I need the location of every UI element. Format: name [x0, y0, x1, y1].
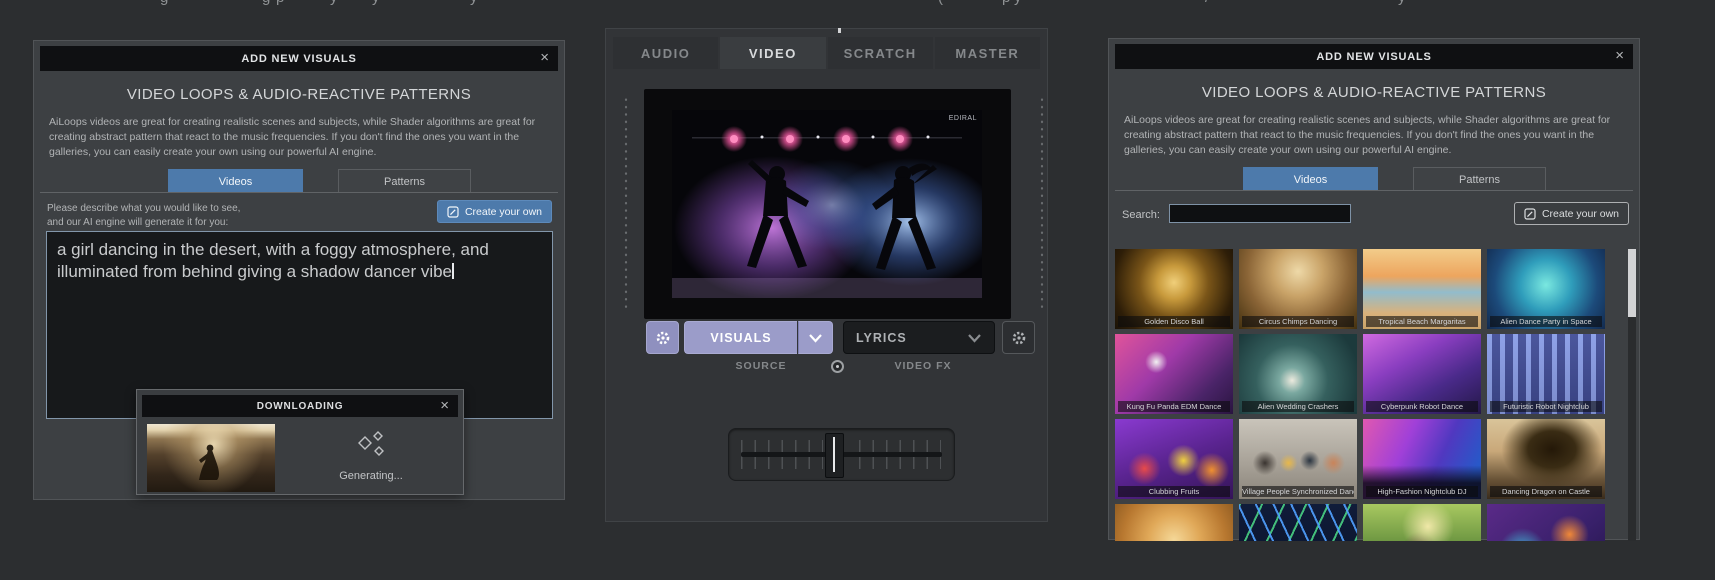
- gallery-item-label: Alien Dance Party in Space: [1490, 316, 1602, 327]
- gear-icon: [1011, 330, 1027, 346]
- add-new-visuals-dialog-left: ADD NEW VISUALS × VIDEO LOOPS & AUDIO-RE…: [33, 40, 565, 500]
- close-icon[interactable]: ×: [540, 47, 549, 69]
- gallery-item[interactable]: [1363, 504, 1481, 541]
- tab-patterns[interactable]: Patterns: [338, 169, 471, 193]
- video-preview: EDIRAL: [644, 89, 1011, 319]
- panel-top-tick: [838, 28, 841, 33]
- generating-status: Generating...: [287, 422, 455, 488]
- crossfader[interactable]: [728, 428, 955, 481]
- tab-video[interactable]: VIDEO: [720, 37, 825, 69]
- source-caption: SOURCE: [706, 360, 816, 372]
- video-watermark: EDIRAL: [949, 115, 977, 122]
- tab-patterns[interactable]: Patterns: [1413, 167, 1546, 191]
- tabs-divider: [1115, 190, 1633, 191]
- fx-chevron-down-icon: [967, 333, 982, 343]
- gallery-item[interactable]: Circus Chimps Dancing: [1239, 249, 1357, 329]
- create-your-own-button[interactable]: Create your own: [437, 200, 552, 223]
- gallery-item[interactable]: Kung Fu Panda EDM Dance: [1115, 334, 1233, 414]
- downloading-dialog: DOWNLOADING ×: [136, 389, 464, 495]
- fx-settings-button[interactable]: [1002, 321, 1035, 354]
- scrollbar-thumb[interactable]: [1628, 249, 1636, 317]
- gallery-item-label: Dancing Dragon on Castle: [1490, 486, 1602, 497]
- tab-scratch[interactable]: SCRATCH: [828, 37, 933, 69]
- gallery-thumbnail: [1487, 504, 1605, 541]
- gallery-item-label: Village People Synchronized Dance: [1242, 486, 1354, 497]
- dialog-description: AiLoops videos are great for creating re…: [49, 115, 549, 161]
- gallery-item-label: Tropical Beach Margaritas: [1366, 316, 1478, 327]
- gallery-item-label: Kung Fu Panda EDM Dance: [1118, 401, 1230, 412]
- search-input[interactable]: [1169, 204, 1351, 223]
- cropped-text-fragments: ggpyyy(py/y: [0, 0, 1715, 9]
- close-icon[interactable]: ×: [440, 395, 449, 417]
- generated-video-thumbnail: [147, 424, 275, 492]
- gallery-item[interactable]: Futuristic Robot Nightclub: [1487, 334, 1605, 414]
- dialog-description: AiLoops videos are great for creating re…: [1124, 113, 1624, 159]
- gallery-item-label: High-Fashion Nightclub DJ: [1366, 486, 1478, 497]
- tab-audio[interactable]: AUDIO: [613, 37, 718, 69]
- gallery-item[interactable]: Village People Synchronized Dance: [1239, 419, 1357, 499]
- gear-icon: [655, 330, 671, 346]
- mixer-tabs: AUDIO VIDEO SCRATCH MASTER: [613, 37, 1040, 69]
- dialog-title: ADD NEW VISUALS: [241, 53, 356, 65]
- desert-dancer-silhouette: [147, 424, 275, 492]
- led-meter-right: [1039, 96, 1045, 312]
- prompt-instruction: Please describe what you would like to s…: [47, 202, 240, 229]
- gallery-item-label: Clubbing Fruits: [1118, 486, 1230, 497]
- led-meter-left: [623, 96, 629, 312]
- gallery-item[interactable]: [1115, 504, 1233, 541]
- gallery-item[interactable]: Dancing Dragon on Castle: [1487, 419, 1605, 499]
- video-gallery: Golden Disco Ball Circus Chimps Dancing …: [1115, 249, 1605, 541]
- source-chevron-down-icon[interactable]: [798, 321, 833, 354]
- dialog-heading: VIDEO LOOPS & AUDIO-REACTIVE PATTERNS: [1109, 84, 1639, 101]
- create-your-own-button[interactable]: Create your own: [1514, 202, 1629, 225]
- dialog-titlebar: ADD NEW VISUALS ×: [40, 46, 558, 71]
- prompt-text: a girl dancing in the desert, with a fog…: [57, 240, 489, 281]
- dialog-titlebar: ADD NEW VISUALS ×: [1115, 44, 1633, 69]
- video-fx-caption: VIDEO FX: [868, 360, 978, 372]
- gallery-item[interactable]: Tropical Beach Margaritas: [1363, 249, 1481, 329]
- source-settings-button[interactable]: [646, 321, 679, 354]
- gallery-item[interactable]: [1239, 504, 1357, 541]
- mini-knob[interactable]: [831, 360, 844, 373]
- gallery-item[interactable]: [1487, 504, 1605, 541]
- downloading-title: DOWNLOADING: [257, 401, 344, 412]
- video-fx-select[interactable]: LYRICS: [843, 321, 995, 354]
- gallery-item[interactable]: Golden Disco Ball: [1115, 249, 1233, 329]
- pencil-icon: [447, 206, 459, 218]
- add-new-visuals-dialog-right: ADD NEW VISUALS × VIDEO LOOPS & AUDIO-RE…: [1108, 38, 1640, 540]
- crossfader-handle[interactable]: [825, 433, 844, 478]
- gallery-thumbnail: [1363, 504, 1481, 541]
- search-label: Search:: [1122, 209, 1160, 221]
- dancers-visual: [672, 110, 982, 298]
- source-select[interactable]: VISUALS: [684, 321, 797, 354]
- app-canvas: ggpyyy(py/y ADD NEW VISUALS × VIDEO LOOP…: [0, 0, 1715, 580]
- tab-videos[interactable]: Videos: [168, 169, 303, 193]
- close-icon[interactable]: ×: [1615, 45, 1624, 67]
- downloading-titlebar: DOWNLOADING ×: [142, 395, 458, 417]
- text-caret: [452, 263, 454, 279]
- gallery-item[interactable]: High-Fashion Nightclub DJ: [1363, 419, 1481, 499]
- tab-master[interactable]: MASTER: [935, 37, 1040, 69]
- gallery-scrollbar[interactable]: [1628, 249, 1636, 541]
- gallery-item-label: Circus Chimps Dancing: [1242, 316, 1354, 327]
- pencil-icon: [1524, 208, 1536, 220]
- dialog-title: ADD NEW VISUALS: [1316, 51, 1431, 63]
- gallery-item-label: Cyberpunk Robot Dance: [1366, 401, 1478, 412]
- gallery-item[interactable]: Clubbing Fruits: [1115, 419, 1233, 499]
- gallery-thumbnail: [1239, 504, 1357, 541]
- gallery-item-label: Alien Wedding Crashers: [1242, 401, 1354, 412]
- gallery-item-label: Futuristic Robot Nightclub: [1490, 401, 1602, 412]
- tabs-divider: [40, 192, 558, 193]
- mixer-panel: AUDIO VIDEO SCRATCH MASTER: [605, 28, 1048, 522]
- gallery-item[interactable]: Cyberpunk Robot Dance: [1363, 334, 1481, 414]
- gallery-item-label: Golden Disco Ball: [1118, 316, 1230, 327]
- generating-label: Generating...: [339, 470, 403, 482]
- dialog-heading: VIDEO LOOPS & AUDIO-REACTIVE PATTERNS: [34, 86, 564, 103]
- gallery-item[interactable]: Alien Wedding Crashers: [1239, 334, 1357, 414]
- gallery-thumbnail: [1115, 504, 1233, 541]
- tab-videos[interactable]: Videos: [1243, 167, 1378, 191]
- gallery-item[interactable]: Alien Dance Party in Space: [1487, 249, 1605, 329]
- sparkles-icon: [353, 429, 389, 463]
